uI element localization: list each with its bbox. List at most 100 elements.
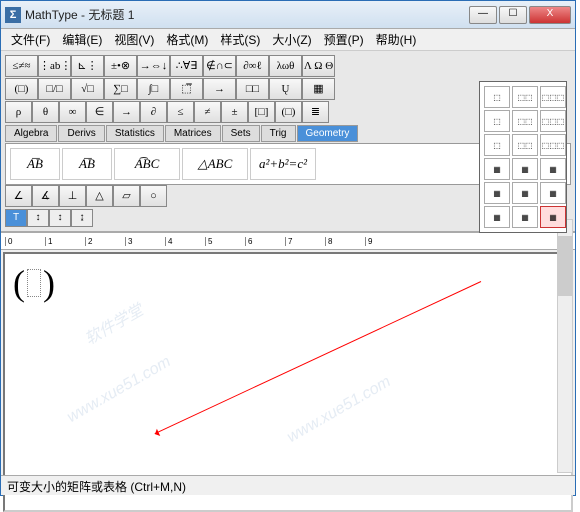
menu-format[interactable]: 格式(M): [160, 29, 214, 50]
vertical-scrollbar[interactable]: [557, 219, 573, 473]
palette-product[interactable]: □□: [236, 78, 269, 100]
ruler-mark: 3: [125, 237, 165, 246]
palette-set[interactable]: ∉∩⊂: [203, 55, 236, 77]
sym-neq[interactable]: ≠: [194, 101, 221, 123]
menu-help[interactable]: 帮助(H): [370, 29, 423, 50]
matrix-t3[interactable]: ▦: [540, 182, 566, 204]
sym-bracket[interactable]: [□]: [248, 101, 275, 123]
sym-arrow[interactable]: →: [113, 101, 140, 123]
tool-size3[interactable]: ↨: [71, 209, 93, 227]
tab-statistics[interactable]: Statistics: [106, 125, 164, 142]
matrix-3x1[interactable]: ⬚: [484, 134, 510, 156]
ruler-mark: 2: [85, 237, 125, 246]
matrix-1x3[interactable]: ⬚⬚⬚: [540, 86, 566, 108]
ruler-mark: 0: [5, 237, 45, 246]
tab-sets[interactable]: Sets: [222, 125, 260, 142]
palette-greek-lower[interactable]: λωθ: [269, 55, 302, 77]
sym-pm[interactable]: ±: [221, 101, 248, 123]
scrollbar-thumb[interactable]: [558, 236, 572, 296]
statusbar: 可变大小的矩阵或表格 (Ctrl+M,N): [1, 475, 575, 495]
tmpl-pythagoras[interactable]: a²+b²=c²: [250, 148, 316, 180]
tmpl-segment-ab[interactable]: A͞B: [10, 148, 60, 180]
matrix-1x1[interactable]: ⬚: [484, 86, 510, 108]
palette-integral[interactable]: ∫□: [137, 78, 170, 100]
matrix-v2[interactable]: ▦: [512, 206, 538, 228]
equation-content: ( ): [13, 262, 563, 304]
geom-measured-angle[interactable]: ∡: [32, 185, 59, 207]
geom-angle[interactable]: ∠: [5, 185, 32, 207]
sym-paren[interactable]: (□): [275, 101, 302, 123]
tmpl-arc-abc[interactable]: A͡BC: [114, 148, 180, 180]
sym-bars[interactable]: ≣: [302, 101, 329, 123]
tmpl-triangle-abc[interactable]: △ABC: [182, 148, 248, 180]
matrix-t1[interactable]: ▦: [484, 182, 510, 204]
menu-preset[interactable]: 预置(P): [318, 29, 370, 50]
matrix-3x3[interactable]: ⬚⬚⬚: [540, 134, 566, 156]
matrix-2x2[interactable]: ⬚⬚: [512, 110, 538, 132]
matrix-dropdown: ⬚ ⬚⬚ ⬚⬚⬚ ⬚ ⬚⬚ ⬚⬚⬚ ⬚ ⬚⬚ ⬚⬚⬚ ▦ ▦ ▦ ▦ ▦ ▦ ▦…: [479, 81, 567, 233]
sym-infinity[interactable]: ∞: [59, 101, 86, 123]
menu-view[interactable]: 视图(V): [108, 29, 160, 50]
menu-size[interactable]: 大小(Z): [266, 29, 317, 50]
geom-triangle[interactable]: △: [86, 185, 113, 207]
palette-arrows[interactable]: →⇔↓: [137, 55, 170, 77]
tmpl-vector-ab[interactable]: A͞B: [62, 148, 112, 180]
window-buttons: — ☐ X: [469, 6, 571, 24]
maximize-button[interactable]: ☐: [499, 6, 527, 24]
ruler-mark: 6: [245, 237, 285, 246]
palette-sum[interactable]: ∑□: [104, 78, 137, 100]
ruler: 0 1 2 3 4 5 6 7 8 9: [1, 232, 575, 250]
matrix-v1[interactable]: ▦: [484, 206, 510, 228]
matrix-dots1[interactable]: ▦: [484, 158, 510, 180]
palette-logic[interactable]: ∴∀∃: [170, 55, 203, 77]
ruler-mark: 4: [165, 237, 205, 246]
geom-parallelogram[interactable]: ▱: [113, 185, 140, 207]
minimize-button[interactable]: —: [469, 6, 497, 24]
menu-style[interactable]: 样式(S): [214, 29, 266, 50]
tool-size1[interactable]: ↕: [27, 209, 49, 227]
cursor-slot[interactable]: [27, 269, 41, 297]
tab-trig[interactable]: Trig: [261, 125, 296, 142]
geom-perp[interactable]: ⊥: [59, 185, 86, 207]
close-button[interactable]: X: [529, 6, 571, 24]
tool-size2[interactable]: ↕: [49, 209, 71, 227]
palette-hat[interactable]: Ų: [269, 78, 302, 100]
palette-fence[interactable]: (□): [5, 78, 38, 100]
palette-spaces[interactable]: ⋮ab⋮: [38, 55, 71, 77]
palette-operators[interactable]: ±•⊗: [104, 55, 137, 77]
tab-derivs[interactable]: Derivs: [58, 125, 104, 142]
palette-greek-upper[interactable]: Λ Ω Θ: [302, 55, 335, 77]
sym-theta[interactable]: θ: [32, 101, 59, 123]
right-paren: ): [43, 262, 55, 304]
tab-algebra[interactable]: Algebra: [5, 125, 57, 142]
sym-leq[interactable]: ≤: [167, 101, 194, 123]
geom-circle[interactable]: ○: [140, 185, 167, 207]
equation-editor[interactable]: ( ): [3, 252, 573, 512]
palette-fraction[interactable]: □/□: [38, 78, 71, 100]
menu-file[interactable]: 文件(F): [5, 29, 56, 50]
tab-geometry[interactable]: Geometry: [297, 125, 359, 142]
matrix-dots2[interactable]: ▦: [512, 158, 538, 180]
matrix-2x1[interactable]: ⬚: [484, 110, 510, 132]
matrix-3x2[interactable]: ⬚⬚: [512, 134, 538, 156]
palette-bar[interactable]: ⬚̅: [170, 78, 203, 100]
palette-misc[interactable]: ∂∞ℓ: [236, 55, 269, 77]
ruler-mark: 8: [325, 237, 365, 246]
sym-partial[interactable]: ∂: [140, 101, 167, 123]
menu-edit[interactable]: 编辑(E): [56, 29, 108, 50]
palette-relations[interactable]: ≤≠≈: [5, 55, 38, 77]
palette-embellish[interactable]: ⊾⋮: [71, 55, 104, 77]
tool-text[interactable]: T: [5, 209, 27, 227]
palette-radical[interactable]: √□: [71, 78, 104, 100]
matrix-dots3[interactable]: ▦: [540, 158, 566, 180]
sym-rho[interactable]: ρ: [5, 101, 32, 123]
app-window: Σ MathType - 无标题 1 — ☐ X 文件(F) 编辑(E) 视图(…: [0, 0, 576, 496]
palette-matrix[interactable]: ▦: [302, 78, 335, 100]
matrix-2x3[interactable]: ⬚⬚⬚: [540, 110, 566, 132]
matrix-1x2[interactable]: ⬚⬚: [512, 86, 538, 108]
palette-arrow-over[interactable]: →: [203, 78, 236, 100]
matrix-t2[interactable]: ▦: [512, 182, 538, 204]
matrix-variable[interactable]: ▦: [540, 206, 566, 228]
sym-in[interactable]: ∈: [86, 101, 113, 123]
tab-matrices[interactable]: Matrices: [165, 125, 221, 142]
